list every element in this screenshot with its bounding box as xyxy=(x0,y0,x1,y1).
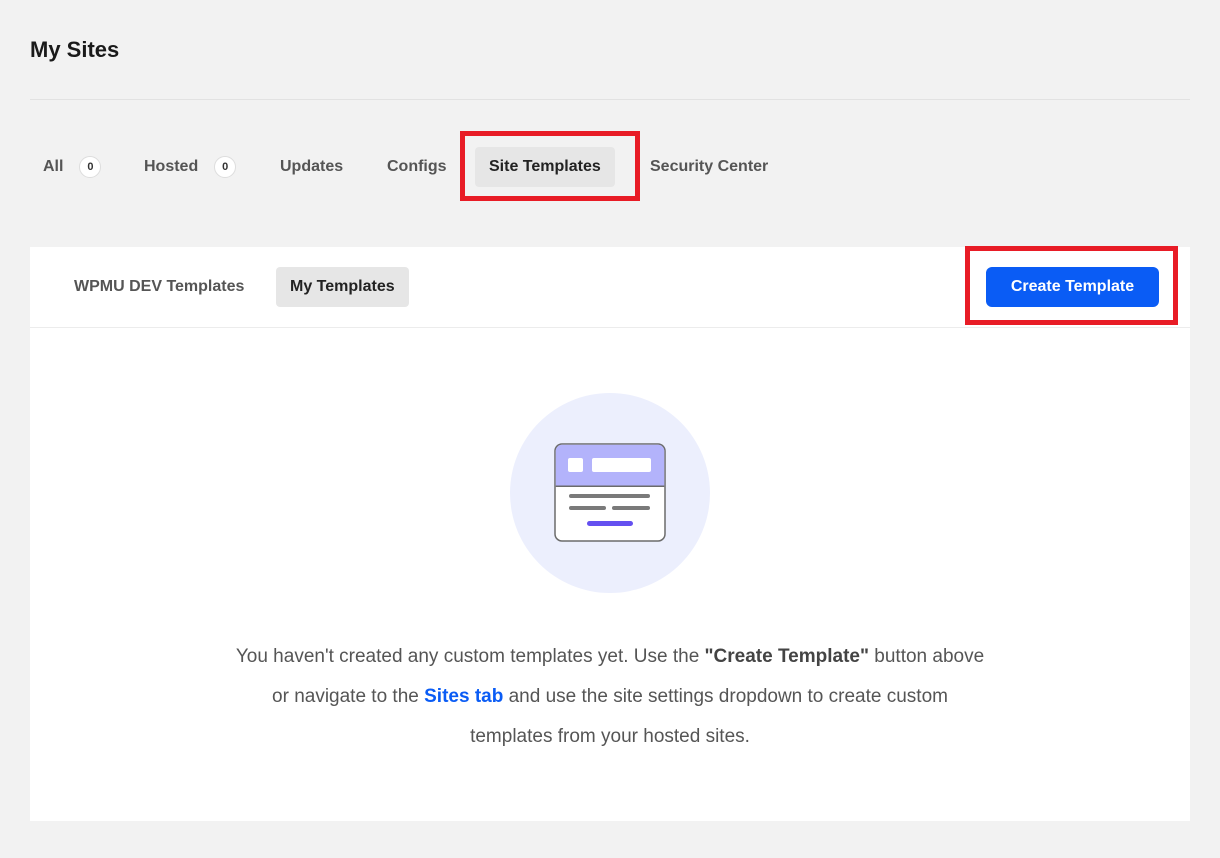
tab-configs[interactable]: Configs xyxy=(387,147,447,187)
tab-my-templates[interactable]: My Templates xyxy=(276,267,409,307)
tab-updates-label: Updates xyxy=(280,158,344,175)
tab-hosted[interactable]: Hosted 0 xyxy=(144,147,237,187)
tab-all-label: All xyxy=(43,158,64,175)
templates-panel: WPMU DEV Templates My Templates Create T… xyxy=(30,247,1190,821)
tab-hosted-count-badge: 0 xyxy=(214,156,237,178)
template-window-icon xyxy=(510,393,710,593)
sites-tab-link[interactable]: Sites tab xyxy=(424,686,503,707)
tab-updates[interactable]: Updates xyxy=(280,147,343,187)
title-divider xyxy=(30,99,1190,100)
tab-wpmu-dev-templates-label: WPMU DEV Templates xyxy=(74,278,245,295)
panel-header-divider xyxy=(30,327,1190,328)
tab-my-templates-label: My Templates xyxy=(290,278,395,295)
empty-state-text-1: You haven't created any custom templates… xyxy=(235,646,705,667)
tab-configs-label: Configs xyxy=(387,158,447,175)
tab-wpmu-dev-templates[interactable]: WPMU DEV Templates xyxy=(74,267,244,307)
tab-security-center[interactable]: Security Center xyxy=(650,147,768,187)
empty-state-message: You haven't created any custom templates… xyxy=(230,637,990,757)
tab-site-templates[interactable]: Site Templates xyxy=(475,147,615,187)
create-template-button[interactable]: Create Template xyxy=(986,267,1159,307)
page-title: My Sites xyxy=(30,37,120,62)
tab-hosted-label: Hosted xyxy=(144,158,199,175)
tab-all-count-badge: 0 xyxy=(79,156,102,178)
tab-all[interactable]: All 0 xyxy=(43,147,102,187)
empty-state-text-3: and use the site settings dropdown to cr… xyxy=(470,686,948,747)
empty-state-bold-text: "Create Template" xyxy=(704,646,869,667)
tab-security-center-label: Security Center xyxy=(650,158,769,175)
tab-site-templates-label: Site Templates xyxy=(489,158,601,175)
